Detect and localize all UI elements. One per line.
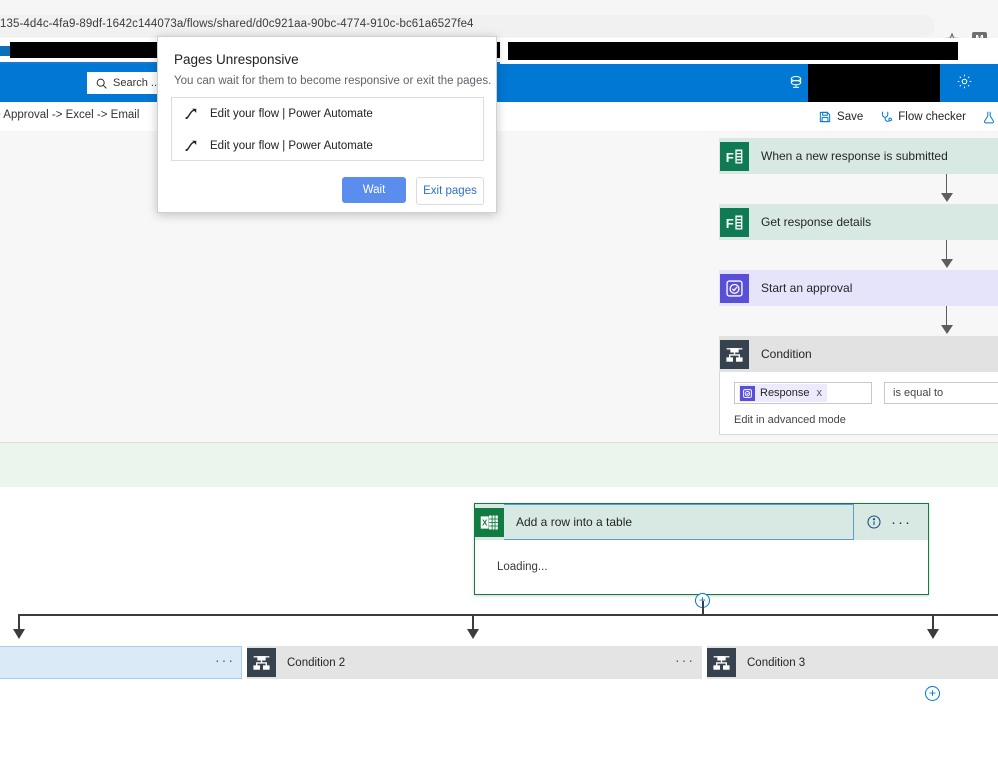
search-icon xyxy=(96,78,107,89)
flow-designer-canvas: F When a new response is submitted F Get… xyxy=(0,131,998,757)
excel-node-title-area: Add a row into a table xyxy=(504,504,854,540)
node-icon-wrap xyxy=(719,273,749,303)
power-automate-favicon xyxy=(0,46,10,56)
screen: 135-4d4c-4fa9-89df-1642c144073a/flows/sh… xyxy=(0,0,998,757)
command-bar-actions: Save Flow checker xyxy=(810,108,998,126)
svg-text:F: F xyxy=(725,149,733,164)
stethoscope-icon xyxy=(882,111,893,122)
save-label: Save xyxy=(837,111,864,123)
condition-expression-row: Response x is equal to ▼ xyxy=(734,382,998,404)
test-button[interactable] xyxy=(974,108,998,126)
unresponsive-page-list: Edit your flow | Power Automate Edit you… xyxy=(171,97,484,161)
dynamic-content-token[interactable]: Response x xyxy=(739,384,828,402)
power-automate-icon xyxy=(185,108,197,120)
flow-checker-button[interactable]: Flow checker xyxy=(871,108,974,126)
node-title: Condition 2 xyxy=(287,656,346,669)
excel-node-header: X Add a row into a table ··· xyxy=(475,504,928,540)
dialog-subtitle: You can wait for them to become responsi… xyxy=(174,75,492,87)
info-icon[interactable] xyxy=(866,514,882,530)
redacted-header-region xyxy=(808,64,940,102)
node-title: Start an approval xyxy=(761,281,853,295)
branch-arrowhead-3 xyxy=(927,629,939,639)
forms-icon: F xyxy=(719,207,749,237)
save-button[interactable]: Save xyxy=(810,108,871,126)
branch-arrowhead-1 xyxy=(13,629,25,639)
exit-pages-button[interactable]: Exit pages xyxy=(416,177,484,205)
power-automate-icon xyxy=(185,140,197,152)
node-icon-wrap: F xyxy=(719,141,749,171)
gear-icon[interactable] xyxy=(956,73,973,90)
test-flask-icon xyxy=(983,111,995,124)
breadcrumb[interactable]: > Approval -> Excel -> Email xyxy=(0,109,139,121)
excel-node-body: Loading... xyxy=(475,540,928,594)
token-remove-icon[interactable]: x xyxy=(817,387,823,399)
search-placeholder: Search ... xyxy=(113,77,161,89)
loading-text: Loading... xyxy=(497,561,548,573)
node-icon-wrap xyxy=(719,339,749,369)
ellipsis-icon[interactable]: ··· xyxy=(675,652,695,668)
list-item[interactable]: Edit your flow | Power Automate xyxy=(172,98,483,130)
node-title: Condition 3 xyxy=(747,656,806,669)
node-title: When a new response is submitted xyxy=(761,149,948,163)
flow-checker-label: Flow checker xyxy=(898,111,966,123)
condition-icon xyxy=(719,339,749,369)
connector-arrow xyxy=(719,174,998,204)
branch-stem xyxy=(702,601,704,615)
approvals-icon xyxy=(740,385,755,401)
flow-node-start-an-approval[interactable]: Start an approval xyxy=(719,270,998,306)
scope-highlight-band xyxy=(0,442,998,487)
flow-node-condition-3[interactable]: Condition 3 xyxy=(707,646,998,679)
pages-unresponsive-dialog: Pages Unresponsive You can wait for them… xyxy=(157,36,497,213)
ellipsis-icon[interactable]: ··· xyxy=(215,652,235,668)
redacted-tab-title-2 xyxy=(508,42,958,60)
condition-icon xyxy=(707,648,736,677)
list-item-label: Edit your flow | Power Automate xyxy=(210,108,373,120)
flow-node-condition[interactable]: Condition xyxy=(719,336,998,372)
flow-node-branch-selected[interactable] xyxy=(0,646,242,679)
condition-operator-dropdown[interactable]: is equal to ▼ xyxy=(884,382,998,404)
svg-text:F: F xyxy=(725,215,733,230)
approvals-icon xyxy=(719,273,749,303)
node-title: Add a row into a table xyxy=(516,515,633,529)
operator-value: is equal to xyxy=(893,387,944,399)
connector-arrow xyxy=(719,240,998,270)
token-label: Response xyxy=(760,387,810,399)
list-item-label: Edit your flow | Power Automate xyxy=(210,140,373,152)
edit-advanced-mode-link[interactable]: Edit in advanced mode xyxy=(734,414,998,426)
branch-horizontal-line xyxy=(18,614,998,616)
environment-icon[interactable] xyxy=(788,74,804,90)
flow-node-get-response-details[interactable]: F Get response details xyxy=(719,204,998,240)
ellipsis-icon[interactable]: ··· xyxy=(891,514,912,531)
add-step-plus-icon-2[interactable]: + xyxy=(925,686,940,701)
url-text: 135-4d4c-4fa9-89df-1642c144073a/flows/sh… xyxy=(0,18,474,30)
condition-icon xyxy=(247,648,276,677)
node-icon-wrap: F xyxy=(719,207,749,237)
browser-urlbar-area: 135-4d4c-4fa9-89df-1642c144073a/flows/sh… xyxy=(0,14,998,47)
save-icon xyxy=(819,111,831,123)
flow-node-trigger[interactable]: F When a new response is submitted xyxy=(719,138,998,174)
flow-node-add-row-into-table[interactable]: X Add a row into a table ··· Loading... xyxy=(474,503,929,595)
branch-arrowhead-2 xyxy=(467,629,479,639)
forms-icon: F xyxy=(719,141,749,171)
node-title: Condition xyxy=(761,347,812,361)
dialog-title: Pages Unresponsive xyxy=(174,52,299,67)
dialog-buttons: Wait Exit pages xyxy=(171,177,484,205)
svg-text:X: X xyxy=(482,518,488,527)
connector-arrow xyxy=(719,306,998,336)
browser-tabstrip xyxy=(0,38,998,64)
node-title: Get response details xyxy=(761,215,872,229)
flow-node-column: F When a new response is submitted F Get… xyxy=(719,138,998,435)
browser-toolbar-strip xyxy=(0,0,998,14)
search-input[interactable]: Search ... xyxy=(87,72,165,94)
condition-editor: Response x is equal to ▼ Edit in advance… xyxy=(719,372,998,435)
list-item[interactable]: Edit your flow | Power Automate xyxy=(172,130,483,162)
flow-node-condition-2[interactable]: Condition 2 xyxy=(247,646,702,679)
wait-button[interactable]: Wait xyxy=(342,177,406,203)
condition-left-operand-field[interactable]: Response x xyxy=(734,382,872,404)
address-bar[interactable]: 135-4d4c-4fa9-89df-1642c144073a/flows/sh… xyxy=(0,15,935,37)
excel-icon: X xyxy=(475,507,504,537)
